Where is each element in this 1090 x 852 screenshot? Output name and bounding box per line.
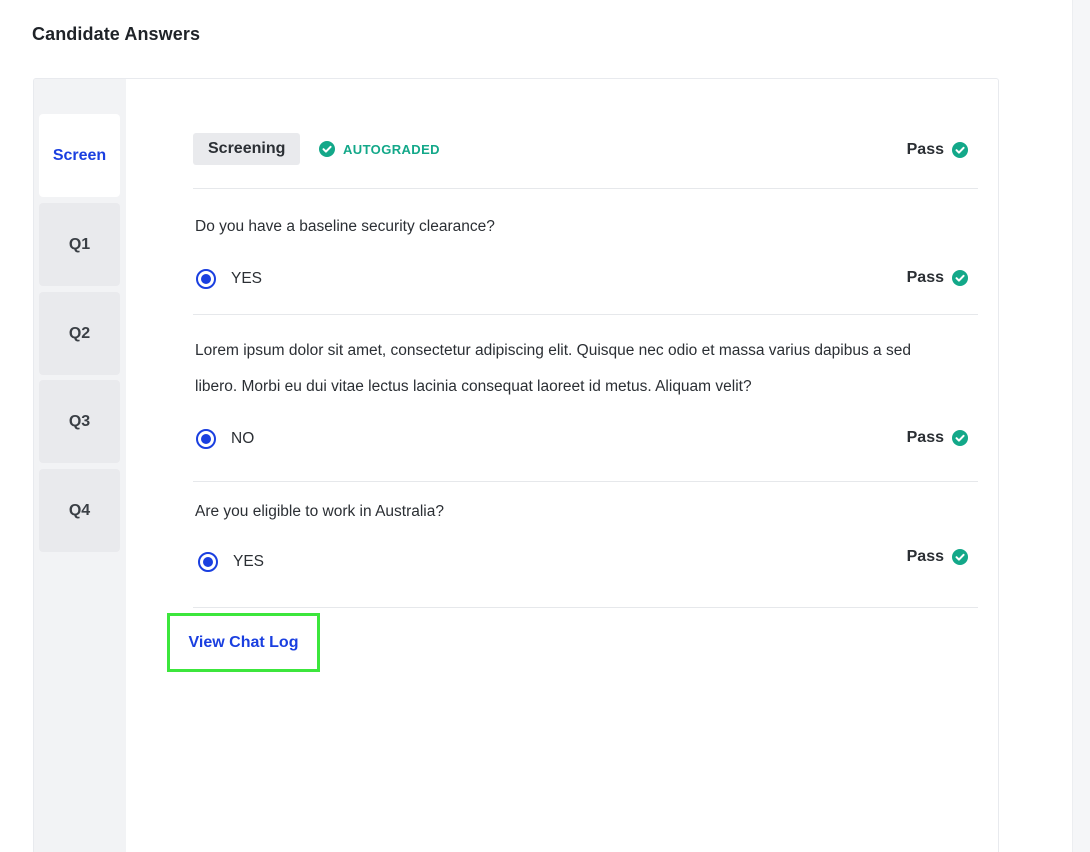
question-block: Are you eligible to work in Australia? Y… bbox=[193, 482, 978, 608]
section-name-chip: Screening bbox=[193, 133, 301, 165]
question-block: Lorem ipsum dolor sit amet, consectetur … bbox=[193, 315, 978, 482]
answer-option: YES bbox=[196, 269, 262, 289]
check-circle-icon bbox=[952, 430, 968, 446]
check-circle-icon bbox=[319, 141, 335, 157]
candidate-answers-page: Candidate Answers Screen Q1 Q2 Q3 Q4 Scr… bbox=[0, 0, 1090, 852]
scrollbar-track[interactable] bbox=[1072, 0, 1090, 852]
section-result: Pass bbox=[907, 141, 968, 159]
view-chat-log-link[interactable]: View Chat Log bbox=[167, 613, 320, 672]
question-text-line-1: Lorem ipsum dolor sit amet, consectetur … bbox=[195, 342, 911, 359]
autograded-label: AUTOGRADED bbox=[343, 141, 440, 157]
question-result: Pass bbox=[907, 548, 968, 566]
autograded-badge: AUTOGRADED bbox=[319, 141, 440, 157]
result-label: Pass bbox=[906, 269, 944, 286]
answer-label: YES bbox=[231, 270, 263, 287]
answer-option: YES bbox=[198, 552, 264, 572]
question-text: Do you have a baseline security clearanc… bbox=[195, 218, 495, 235]
result-label: Pass bbox=[906, 429, 944, 446]
answer-label: NO bbox=[231, 430, 255, 447]
answers-content: Screening AUTOGRADED Pass Do you have a … bbox=[126, 79, 998, 852]
question-block: Do you have a baseline security clearanc… bbox=[193, 188, 978, 315]
tab-q1[interactable]: Q1 bbox=[39, 203, 120, 286]
tab-screen[interactable]: Screen bbox=[39, 114, 120, 197]
question-text-line-2: libero. Morbi eu dui vitae lectus lacini… bbox=[195, 378, 752, 395]
answers-card: Screen Q1 Q2 Q3 Q4 Screening AUTOGRADED … bbox=[33, 78, 999, 852]
check-circle-icon bbox=[952, 549, 968, 565]
answer-label: YES bbox=[233, 553, 265, 570]
tab-q4[interactable]: Q4 bbox=[39, 469, 120, 552]
result-label: Pass bbox=[906, 548, 944, 565]
question-result: Pass bbox=[907, 269, 968, 287]
tab-q2[interactable]: Q2 bbox=[39, 292, 120, 375]
radio-selected-icon[interactable] bbox=[198, 552, 218, 572]
answer-option: NO bbox=[196, 429, 254, 449]
check-circle-icon bbox=[952, 270, 968, 286]
page-title: Candidate Answers bbox=[32, 24, 201, 44]
question-tab-rail: Screen Q1 Q2 Q3 Q4 bbox=[34, 79, 126, 852]
question-result: Pass bbox=[907, 429, 968, 447]
result-label: Pass bbox=[906, 141, 944, 158]
question-text: Are you eligible to work in Australia? bbox=[195, 503, 444, 520]
check-circle-icon bbox=[952, 142, 968, 158]
section-header: Screening AUTOGRADED Pass bbox=[193, 133, 978, 189]
tab-q3[interactable]: Q3 bbox=[39, 380, 120, 463]
radio-selected-icon[interactable] bbox=[196, 269, 216, 289]
radio-selected-icon[interactable] bbox=[196, 429, 216, 449]
